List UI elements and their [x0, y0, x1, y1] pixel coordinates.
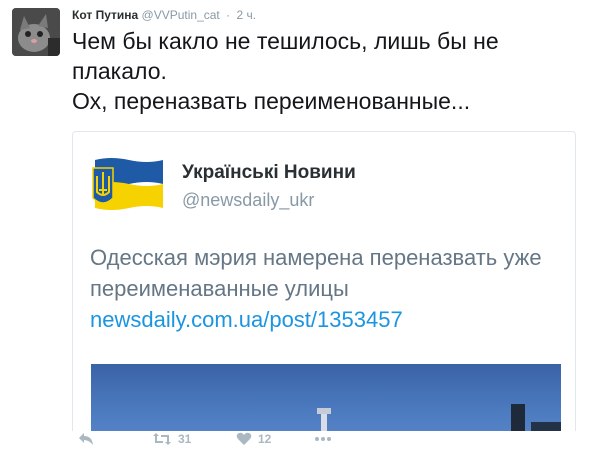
- quoted-text: Одесская мэрия намерена переназвать уже …: [90, 242, 570, 335]
- quoted-tweet-card[interactable]: Українські Новини @newsdaily_ukr Одесска…: [72, 131, 576, 431]
- quoted-image[interactable]: [91, 364, 561, 431]
- more-icon: [315, 437, 331, 441]
- tweet-text: Чем бы какло не тешилось, лишь бы не пла…: [72, 26, 582, 116]
- cat-avatar-icon: [12, 8, 60, 56]
- quoted-author-name[interactable]: Українські Новини: [182, 162, 356, 184]
- quoted-link[interactable]: newsdaily.com.ua/post/1353457: [90, 304, 570, 335]
- author-name[interactable]: Кот Путина: [72, 8, 138, 22]
- timestamp[interactable]: 2 ч.: [236, 8, 256, 22]
- retweet-count: 31: [178, 432, 192, 446]
- tweet-text-line: Ох, переназвать переименованные...: [72, 88, 471, 114]
- reply-icon: [79, 433, 93, 445]
- tweet-text-line: плакало.: [72, 58, 167, 84]
- like-count: 12: [258, 432, 272, 446]
- separator-dot: ·: [226, 8, 231, 22]
- retweet-icon: [153, 433, 171, 445]
- more-button[interactable]: [314, 436, 332, 442]
- tweet-header: Кот Путина @VVPutin_cat · 2 ч.: [72, 7, 256, 23]
- ukraine-flag-icon: [92, 158, 163, 210]
- reply-button[interactable]: [78, 432, 94, 446]
- like-button[interactable]: 12: [236, 432, 271, 446]
- quoted-author-handle[interactable]: @newsdaily_ukr: [182, 190, 314, 211]
- heart-icon: [236, 432, 252, 445]
- tweet-actions: 31 12: [72, 432, 392, 452]
- retweet-button[interactable]: 31: [152, 432, 191, 446]
- photo-preview: [317, 404, 561, 431]
- author-handle[interactable]: @VVPutin_cat: [142, 8, 220, 22]
- quoted-text-body: Одесская мэрия намерена переназвать уже …: [90, 245, 542, 301]
- avatar[interactable]: [12, 8, 60, 56]
- tweet: Кот Путина @VVPutin_cat · 2 ч. Чем бы ка…: [0, 0, 598, 462]
- tweet-text-line: Чем бы какло не тешилось, лишь бы не: [72, 28, 499, 54]
